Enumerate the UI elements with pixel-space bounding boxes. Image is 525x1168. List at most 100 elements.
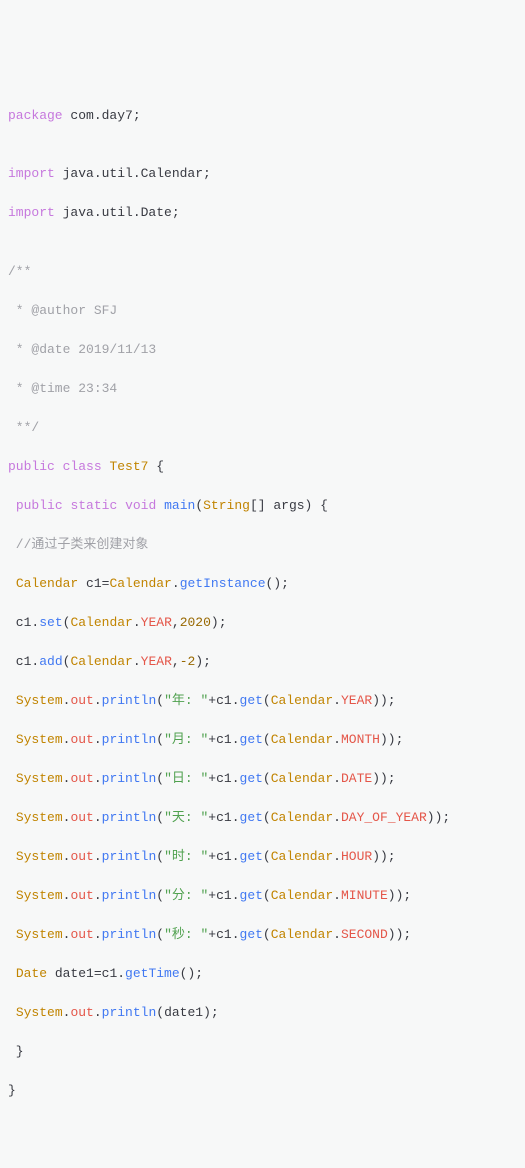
text: c1. (8, 615, 39, 630)
code-line: System.out.println("秒: "+c1.get(Calendar… (8, 925, 517, 945)
text: )); (372, 771, 395, 786)
text: )); (380, 732, 403, 747)
text: ( (156, 771, 164, 786)
type: System (16, 888, 63, 903)
type: Calendar (271, 849, 333, 864)
text: java.util.Calendar; (55, 166, 211, 181)
text: . (63, 732, 71, 747)
text: ( (156, 849, 164, 864)
text: +c1. (208, 771, 239, 786)
string: "分: " (164, 888, 208, 903)
text: . (63, 927, 71, 942)
keyword: public (16, 498, 63, 513)
constant: DATE (341, 771, 372, 786)
text: ); (211, 615, 227, 630)
text (8, 576, 16, 591)
constant: YEAR (141, 615, 172, 630)
keyword: void (125, 498, 156, 513)
code-line: } (8, 1081, 517, 1101)
text (117, 498, 125, 513)
method: println (102, 1005, 157, 1020)
method: println (102, 849, 157, 864)
text: ( (156, 810, 164, 825)
keyword: package (8, 108, 63, 123)
text: . (94, 888, 102, 903)
text: . (94, 1005, 102, 1020)
type: System (16, 810, 63, 825)
type: Calendar (70, 654, 132, 669)
text (8, 849, 16, 864)
constant: HOUR (341, 849, 372, 864)
comment: **/ (8, 418, 517, 438)
text: ( (263, 810, 271, 825)
text: (); (180, 966, 203, 981)
text: . (94, 927, 102, 942)
text: ( (63, 654, 71, 669)
keyword: public (8, 459, 55, 474)
field: out (70, 927, 93, 942)
type: Calendar (271, 927, 333, 942)
field: out (70, 810, 93, 825)
text: )); (372, 849, 395, 864)
field: out (70, 849, 93, 864)
text: . (133, 654, 141, 669)
text: . (94, 849, 102, 864)
text: ( (263, 927, 271, 942)
method: add (39, 654, 62, 669)
code-line: System.out.println("月: "+c1.get(Calendar… (8, 730, 517, 750)
text: ( (63, 615, 71, 630)
text: , (172, 654, 180, 669)
text: . (333, 771, 341, 786)
string: "日: " (164, 771, 208, 786)
text: ( (195, 498, 203, 513)
text: . (63, 1005, 71, 1020)
text: ( (263, 693, 271, 708)
code-line: System.out.println("时: "+c1.get(Calendar… (8, 847, 517, 867)
text: . (333, 888, 341, 903)
constant: SECOND (341, 927, 388, 942)
string: "时: " (164, 849, 208, 864)
text: com.day7; (63, 108, 141, 123)
text (8, 888, 16, 903)
comment: * @time 23:34 (8, 379, 517, 399)
text: . (63, 693, 71, 708)
text: )); (427, 810, 450, 825)
text: ( (263, 771, 271, 786)
type: Calendar (16, 576, 78, 591)
field: out (70, 1005, 93, 1020)
code-line: System.out.println("年: "+c1.get(Calendar… (8, 691, 517, 711)
text: ( (156, 693, 164, 708)
method: println (102, 927, 157, 942)
text: . (333, 849, 341, 864)
text: ( (156, 927, 164, 942)
text: . (63, 771, 71, 786)
text (55, 459, 63, 474)
text (8, 771, 16, 786)
type: System (16, 1005, 63, 1020)
text: ( (263, 888, 271, 903)
method: getTime (125, 966, 180, 981)
type: Calendar (271, 732, 333, 747)
code-line: System.out.println("分: "+c1.get(Calendar… (8, 886, 517, 906)
method: get (240, 849, 263, 864)
comment: /** (8, 262, 517, 282)
method: get (240, 810, 263, 825)
text: . (333, 927, 341, 942)
code-line: public class Test7 { (8, 457, 517, 477)
field: out (70, 732, 93, 747)
text: java.util.Date; (55, 205, 180, 220)
text: +c1. (208, 693, 239, 708)
type: Calendar (70, 615, 132, 630)
text: . (133, 615, 141, 630)
text (8, 498, 16, 513)
type: System (16, 732, 63, 747)
code-line: Calendar c1=Calendar.getInstance(); (8, 574, 517, 594)
text: . (63, 888, 71, 903)
method: get (240, 732, 263, 747)
type: Date (16, 966, 47, 981)
constant: DAY_OF_YEAR (341, 810, 427, 825)
text: . (94, 732, 102, 747)
comment: * @date 2019/11/13 (8, 340, 517, 360)
type: Calendar (271, 771, 333, 786)
text: ( (156, 888, 164, 903)
